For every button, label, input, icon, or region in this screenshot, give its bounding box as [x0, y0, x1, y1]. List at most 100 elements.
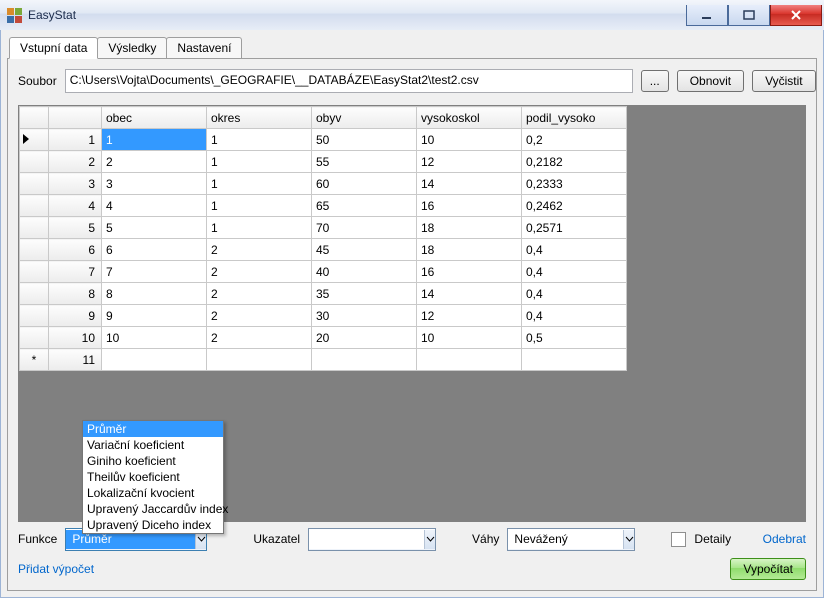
table-row[interactable]: 22155120,2182 — [20, 151, 627, 173]
funkce-option[interactable]: Giniho koeficient — [83, 453, 223, 469]
cell[interactable]: 0,2333 — [522, 173, 627, 195]
row-header[interactable]: 5 — [49, 217, 102, 239]
cell[interactable]: 30 — [312, 305, 417, 327]
cell[interactable]: 6 — [102, 239, 207, 261]
cell[interactable]: 3 — [102, 173, 207, 195]
col-header[interactable]: vysokoskol — [417, 107, 522, 129]
table-row[interactable]: 77240160,4 — [20, 261, 627, 283]
file-path-input[interactable]: C:\Users\Vojta\Documents\_GEOGRAFIE\__DA… — [65, 69, 633, 93]
cell[interactable] — [102, 349, 207, 371]
cell[interactable]: 1 — [207, 173, 312, 195]
funkce-option[interactable]: Variační koeficient — [83, 437, 223, 453]
cell[interactable]: 18 — [417, 217, 522, 239]
maximize-button[interactable] — [728, 5, 770, 26]
vahy-combo[interactable]: Nevážený — [507, 528, 635, 551]
cell[interactable] — [417, 349, 522, 371]
cell[interactable]: 18 — [417, 239, 522, 261]
compute-button[interactable]: Vypočítat — [730, 558, 806, 580]
cell[interactable]: 4 — [102, 195, 207, 217]
col-header[interactable]: okres — [207, 107, 312, 129]
cell[interactable]: 2 — [102, 151, 207, 173]
cell[interactable]: 7 — [102, 261, 207, 283]
cell[interactable]: 2 — [207, 283, 312, 305]
cell[interactable]: 0,4 — [522, 283, 627, 305]
table-row[interactable]: 99230120,4 — [20, 305, 627, 327]
cell[interactable]: 0,4 — [522, 305, 627, 327]
table-row[interactable]: 66245180,4 — [20, 239, 627, 261]
cell[interactable]: 5 — [102, 217, 207, 239]
tab-0[interactable]: Vstupní data — [9, 37, 98, 59]
cell[interactable]: 1 — [102, 129, 207, 151]
row-header[interactable]: 3 — [49, 173, 102, 195]
cell[interactable]: 0,2462 — [522, 195, 627, 217]
cell[interactable]: 50 — [312, 129, 417, 151]
cell[interactable] — [522, 349, 627, 371]
cell[interactable]: 35 — [312, 283, 417, 305]
row-header[interactable]: 10 — [49, 327, 102, 349]
table-row[interactable]: 55170180,2571 — [20, 217, 627, 239]
cell[interactable]: 1 — [207, 129, 312, 151]
tab-2[interactable]: Nastavení — [166, 37, 242, 58]
row-header[interactable]: 11 — [49, 349, 102, 371]
pridat-vypocet-link[interactable]: Přidat výpočet — [18, 562, 94, 576]
col-header[interactable]: obec — [102, 107, 207, 129]
cell[interactable]: 2 — [207, 305, 312, 327]
cell[interactable]: 14 — [417, 283, 522, 305]
cell[interactable]: 12 — [417, 305, 522, 327]
row-header[interactable]: 8 — [49, 283, 102, 305]
row-header[interactable]: 7 — [49, 261, 102, 283]
cell[interactable]: 9 — [102, 305, 207, 327]
funkce-option[interactable]: Upravený Jaccardův index — [83, 501, 223, 517]
table-row[interactable]: 11150100,2 — [20, 129, 627, 151]
cell[interactable]: 0,4 — [522, 261, 627, 283]
cell[interactable]: 1 — [207, 151, 312, 173]
table-row-new[interactable]: *11 — [20, 349, 627, 371]
cell[interactable]: 1 — [207, 217, 312, 239]
clear-button[interactable]: Vyčistit — [752, 70, 816, 92]
cell[interactable]: 0,5 — [522, 327, 627, 349]
row-header[interactable]: 1 — [49, 129, 102, 151]
col-header[interactable]: obyv — [312, 107, 417, 129]
row-header[interactable]: 9 — [49, 305, 102, 327]
cell[interactable]: 20 — [312, 327, 417, 349]
tab-1[interactable]: Výsledky — [97, 37, 167, 58]
cell[interactable]: 14 — [417, 173, 522, 195]
cell[interactable]: 45 — [312, 239, 417, 261]
table-row[interactable]: 33160140,2333 — [20, 173, 627, 195]
table-row[interactable]: 44165160,2462 — [20, 195, 627, 217]
cell[interactable]: 55 — [312, 151, 417, 173]
funkce-option[interactable]: Theilův koeficient — [83, 469, 223, 485]
cell[interactable]: 8 — [102, 283, 207, 305]
table-row[interactable]: 1010220100,5 — [20, 327, 627, 349]
minimize-button[interactable] — [686, 5, 728, 26]
table-row[interactable]: 88235140,4 — [20, 283, 627, 305]
cell[interactable]: 40 — [312, 261, 417, 283]
ukazatel-combo[interactable] — [308, 528, 436, 551]
cell[interactable]: 10 — [102, 327, 207, 349]
data-grid[interactable]: obecokresobyvvysokoskolpodil_vysoko11150… — [19, 106, 627, 371]
row-header[interactable]: 6 — [49, 239, 102, 261]
browse-button[interactable]: ... — [641, 70, 669, 92]
cell[interactable]: 0,4 — [522, 239, 627, 261]
refresh-button[interactable]: Obnovit — [677, 70, 744, 92]
col-header[interactable]: podil_vysoko — [522, 107, 627, 129]
cell[interactable]: 16 — [417, 195, 522, 217]
cell[interactable] — [207, 349, 312, 371]
cell[interactable]: 0,2182 — [522, 151, 627, 173]
cell[interactable]: 2 — [207, 327, 312, 349]
cell[interactable]: 12 — [417, 151, 522, 173]
cell[interactable]: 2 — [207, 239, 312, 261]
cell[interactable]: 0,2 — [522, 129, 627, 151]
funkce-option[interactable]: Lokalizační kvocient — [83, 485, 223, 501]
odebrat-link[interactable]: Odebrat — [763, 532, 806, 546]
cell[interactable]: 0,2571 — [522, 217, 627, 239]
cell[interactable]: 70 — [312, 217, 417, 239]
row-header[interactable]: 2 — [49, 151, 102, 173]
cell[interactable]: 65 — [312, 195, 417, 217]
funkce-dropdown-list[interactable]: PrůměrVariační koeficientGiniho koeficie… — [82, 420, 224, 534]
detaily-checkbox[interactable] — [671, 532, 686, 547]
cell[interactable] — [312, 349, 417, 371]
cell[interactable]: 2 — [207, 261, 312, 283]
cell[interactable]: 1 — [207, 195, 312, 217]
cell[interactable]: 10 — [417, 327, 522, 349]
